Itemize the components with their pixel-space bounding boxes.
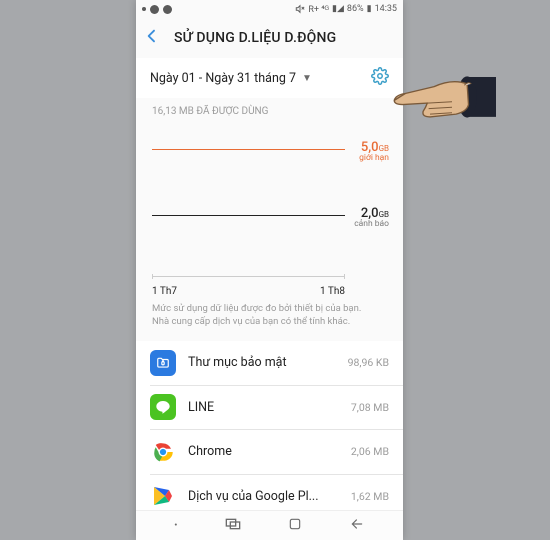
line-app-icon bbox=[150, 394, 176, 420]
battery-icon: ▮ bbox=[367, 4, 372, 14]
axis-end: 1 Th8 bbox=[320, 286, 345, 297]
warn-caption: cảnh báo bbox=[354, 220, 389, 229]
usage-note: Mức sử dụng dữ liệu được đo bởi thiết bị… bbox=[136, 293, 403, 341]
signal-text: R+ ⁴ᴳ bbox=[308, 4, 329, 15]
chrome-icon bbox=[150, 439, 176, 465]
billing-cycle-row: Ngày 01 - Ngày 31 tháng 7 ▼ bbox=[136, 58, 403, 98]
app-size: 7,08 MB bbox=[351, 401, 389, 414]
mute-icon bbox=[295, 4, 305, 14]
notif-icon bbox=[150, 5, 159, 14]
nav-back-button[interactable] bbox=[349, 517, 365, 535]
axis-labels: 1 Th7 1 Th8 bbox=[152, 286, 345, 297]
app-usage-list: Thư mục bảo mật 98,96 KB LINE 7,08 MB Ch… bbox=[136, 341, 403, 519]
phone-frame: R+ ⁴ᴳ ▮◢ 86% ▮ 14:35 SỬ DỤNG D.LIỆU D.ĐỘ… bbox=[136, 0, 403, 540]
axis-start: 1 Th7 bbox=[152, 286, 177, 297]
app-name: Dịch vụ của Google Pl... bbox=[188, 489, 339, 504]
usage-chart[interactable]: 5,0GB giới hạn 2,0GB cảnh báo 1 Th7 1 Th… bbox=[152, 123, 387, 293]
warn-threshold-line bbox=[152, 215, 345, 216]
limit-caption: giới hạn bbox=[359, 154, 389, 163]
app-header: SỬ DỤNG D.LIỆU D.ĐỘNG bbox=[136, 18, 403, 58]
settings-button[interactable] bbox=[371, 67, 389, 89]
app-name: Chrome bbox=[188, 444, 339, 459]
list-item[interactable]: Chrome 2,06 MB bbox=[136, 430, 403, 474]
nav-recents-button[interactable] bbox=[225, 518, 241, 534]
list-item[interactable]: Thư mục bảo mật 98,96 KB bbox=[136, 341, 403, 385]
page-title: SỬ DỤNG D.LIỆU D.ĐỘNG bbox=[174, 30, 336, 46]
secure-folder-icon bbox=[150, 350, 176, 376]
warn-unit: GB bbox=[379, 210, 389, 219]
chevron-down-icon: ▼ bbox=[302, 73, 312, 84]
battery-text: 86% bbox=[347, 4, 364, 14]
app-name: LINE bbox=[188, 400, 339, 415]
list-item[interactable]: LINE 7,08 MB bbox=[136, 385, 403, 429]
nav-bar: · bbox=[136, 510, 403, 540]
signal-icon: ▮◢ bbox=[332, 4, 344, 14]
app-size: 98,96 KB bbox=[348, 356, 389, 369]
app-size: 2,06 MB bbox=[351, 445, 389, 458]
note-line-2: Nhà cung cấp dịch vụ của bạn có thể tính… bbox=[152, 316, 387, 329]
play-services-icon bbox=[150, 483, 176, 509]
app-name: Thư mục bảo mật bbox=[188, 355, 336, 370]
limit-threshold-line bbox=[152, 149, 345, 150]
limit-label: 5,0GB giới hạn bbox=[359, 141, 389, 163]
axis bbox=[152, 276, 345, 279]
note-line-1: Mức sử dụng dữ liệu được đo bởi thiết bị… bbox=[152, 303, 387, 316]
clock-text: 14:35 bbox=[375, 4, 397, 14]
app-size: 1,62 MB bbox=[351, 490, 389, 503]
nav-dot: · bbox=[174, 515, 179, 536]
status-bar: R+ ⁴ᴳ ▮◢ 86% ▮ 14:35 bbox=[136, 0, 403, 18]
cycle-picker[interactable]: Ngày 01 - Ngày 31 tháng 7 ▼ bbox=[150, 71, 312, 86]
usage-summary: 16,13 MB ĐÃ ĐƯỢC DÙNG bbox=[136, 98, 403, 117]
cycle-label: Ngày 01 - Ngày 31 tháng 7 bbox=[150, 71, 296, 86]
warn-label: 2,0GB cảnh báo bbox=[354, 207, 389, 229]
limit-unit: GB bbox=[379, 144, 389, 153]
nav-home-button[interactable] bbox=[288, 517, 302, 535]
notif-icon bbox=[163, 5, 172, 14]
status-dot bbox=[142, 7, 146, 11]
back-button[interactable] bbox=[144, 28, 160, 48]
